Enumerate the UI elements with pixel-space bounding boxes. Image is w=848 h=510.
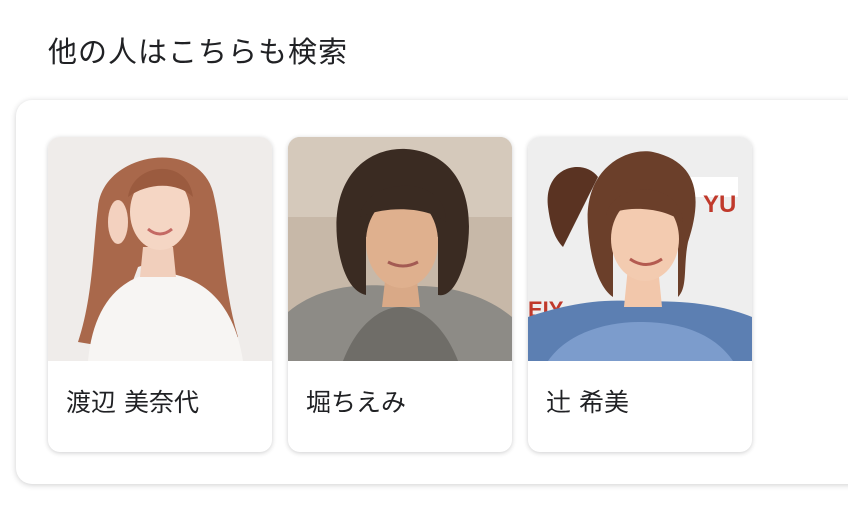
section-title: 他の人はこちらも検索 [48,35,349,69]
person-photo-1[interactable] [48,137,272,361]
person-photo-2[interactable] [288,137,512,361]
person-name-2[interactable]: 堀ちえみ [306,387,406,419]
person-card-1[interactable]: 渡辺 美奈代 [48,137,272,452]
person-card-3[interactable]: YU EIY 辻 希美 [528,137,752,452]
svg-text:YU: YU [703,191,736,218]
person-name-1[interactable]: 渡辺 美奈代 [66,387,199,419]
person-photo-3[interactable]: YU EIY [528,137,752,361]
person-card-2[interactable]: 堀ちえみ [288,137,512,452]
person-name-3[interactable]: 辻 希美 [546,387,629,419]
